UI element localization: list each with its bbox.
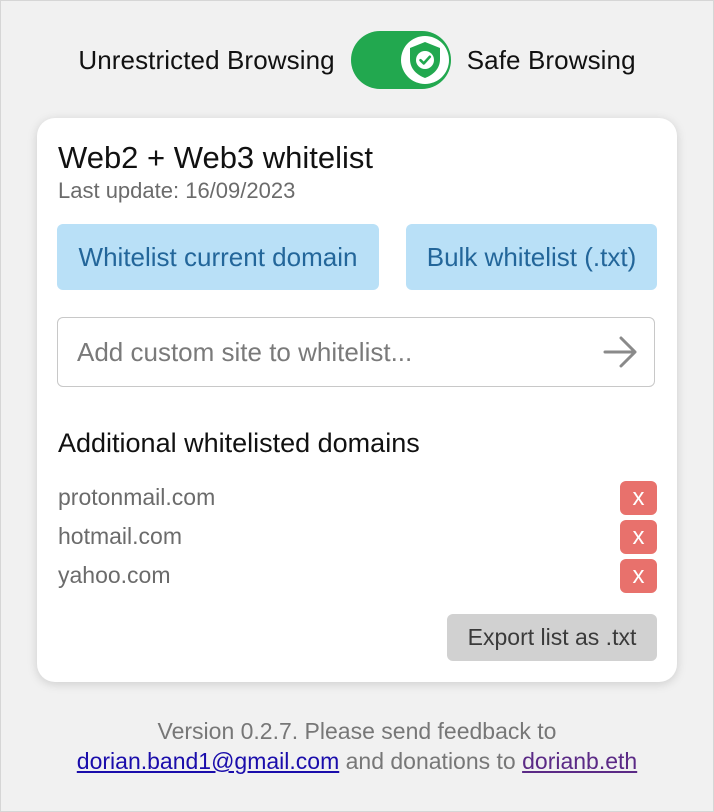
version-text: Version 0.2.7. Please send feedback to: [157, 718, 557, 744]
remove-domain-button[interactable]: x: [620, 481, 657, 515]
whitelist-current-domain-button[interactable]: Whitelist current domain: [57, 224, 379, 290]
bulk-whitelist-button[interactable]: Bulk whitelist (.txt): [406, 224, 657, 290]
whitelist-card: Web2 + Web3 whitelist Last update: 16/09…: [37, 118, 677, 682]
list-item: yahoo.com x: [58, 558, 657, 597]
safe-browsing-label: Safe Browsing: [466, 44, 636, 75]
list-item: protonmail.com x: [58, 480, 657, 519]
export-list-button[interactable]: Export list as .txt: [447, 614, 657, 661]
shield-check-icon: [409, 42, 440, 78]
last-update-text: Last update: 16/09/2023: [58, 178, 296, 203]
footer-contact-line: dorian.band1@gmail.com and donations to …: [0, 746, 714, 776]
eth-donation-link[interactable]: dorianb.eth: [522, 748, 637, 774]
donations-text: and donations to: [345, 748, 516, 774]
custom-site-input[interactable]: [58, 321, 579, 383]
footer: Version 0.2.7. Please send feedback to d…: [0, 716, 714, 776]
additional-domains-heading: Additional whitelisted domains: [58, 428, 420, 458]
card-title: Web2 + Web3 whitelist: [58, 140, 374, 175]
safe-browsing-toggle[interactable]: [350, 31, 451, 89]
remove-domain-button[interactable]: x: [620, 520, 657, 554]
domain-name: protonmail.com: [58, 484, 216, 510]
unrestricted-browsing-label: Unrestricted Browsing: [78, 44, 335, 75]
remove-domain-button[interactable]: x: [620, 559, 657, 593]
domain-name: yahoo.com: [58, 562, 171, 588]
domain-list: protonmail.com x hotmail.com x yahoo.com…: [58, 480, 657, 597]
mode-toggle-row: Unrestricted Browsing Safe Browsing: [0, 30, 714, 90]
list-item: hotmail.com x: [58, 519, 657, 558]
feedback-email-link[interactable]: dorian.band1@gmail.com: [77, 748, 339, 774]
custom-site-field: [57, 317, 655, 387]
arrow-right-icon[interactable]: [602, 334, 640, 370]
toggle-knob: [400, 36, 449, 84]
domain-name: hotmail.com: [58, 523, 182, 549]
